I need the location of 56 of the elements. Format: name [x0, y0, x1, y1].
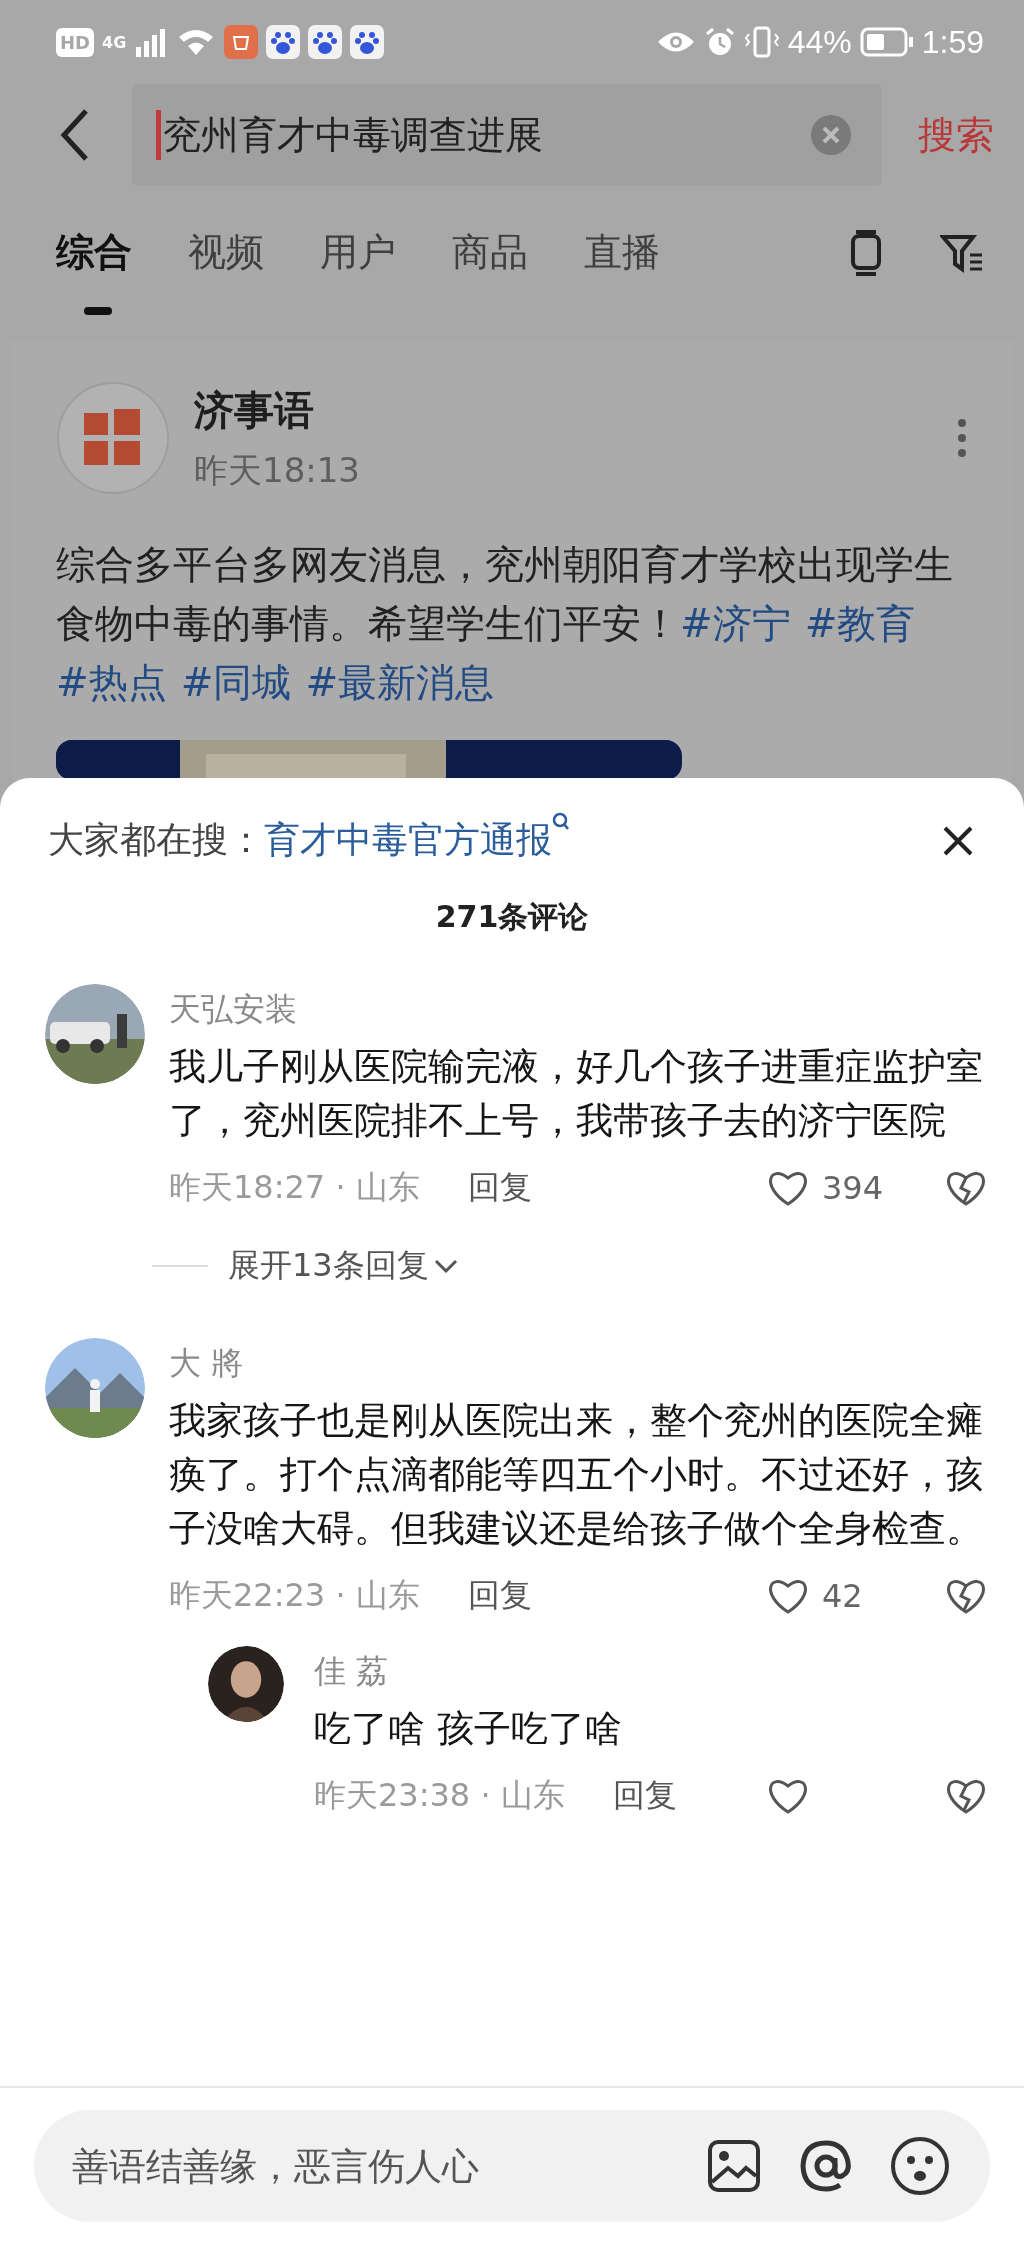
logo-icon [56, 381, 170, 495]
reply-button[interactable]: 回复 [612, 1774, 677, 1818]
commenter-name[interactable]: 佳 荔 [314, 1650, 988, 1694]
tab[interactable]: 直播 [584, 227, 660, 279]
filter-icon[interactable] [940, 232, 984, 273]
comment-time: 昨天23:38 · 山东 [314, 1775, 565, 1816]
commenter-name[interactable]: 大 將 [169, 1342, 988, 1386]
comment-text: 我儿子刚从医院输完液，好几个孩子进重症监护室了，兖州医院排不上号，我带孩子去的济宁医院 [169, 1044, 984, 1144]
vibrate-icon [743, 26, 780, 59]
tab[interactable]: 用户 [320, 227, 396, 279]
hashtag-link[interactable]: #教育 [804, 601, 916, 646]
comment-field[interactable]: 善语结善缘，恶言伤人心 [34, 2110, 990, 2222]
reply-button[interactable]: 回复 [467, 1166, 532, 1210]
hashtag-link[interactable]: #同城 [180, 660, 292, 705]
paw-icon [266, 25, 301, 60]
post-time: 昨天18:13 [194, 448, 361, 492]
comment-input[interactable]: 善语结善缘，恶言伤人心 [70, 2143, 670, 2189]
reply-button[interactable]: 回复 [467, 1574, 532, 1618]
image-icon[interactable] [706, 2138, 762, 2194]
expand-replies-button[interactable]: 展开13条回复 [228, 1244, 459, 1288]
hd-icon: HD [56, 27, 94, 57]
close-icon[interactable] [942, 824, 974, 857]
author-name[interactable]: 济事语 [194, 382, 932, 438]
mention-icon[interactable] [798, 2138, 854, 2194]
hashtag-link[interactable]: #最新消息 [305, 660, 495, 705]
tab[interactable]: 综合 [56, 227, 132, 279]
comment-count: 271条评论 [434, 898, 590, 936]
search-icon [552, 812, 570, 832]
tab[interactable]: 商品 [452, 227, 528, 279]
like-count: 394 [822, 1169, 885, 1207]
paw-icon [350, 25, 385, 60]
hashtag-link[interactable]: #热点 [56, 660, 167, 705]
tab[interactable]: 视频 [188, 227, 264, 279]
network-label: 4G [102, 32, 127, 52]
search-button[interactable]: 搜索 [918, 109, 994, 161]
search-field[interactable]: 兖州育才中毒调查进展 [132, 84, 882, 187]
tab-indicator [84, 306, 112, 315]
hashtag-link[interactable]: #济宁 [680, 601, 791, 646]
comment-time: 昨天22:23 · 山东 [169, 1575, 420, 1616]
comment-text: 我家孩子也是刚从医院出来，整个兖州的医院全瘫痪了。打个点滴都能等四五个小时。不过还好，孩子没啥大碍。但我建议还是给孩子做个全身检查。 [169, 1398, 984, 1552]
chevron-down-icon [432, 1257, 459, 1275]
tablet-icon[interactable] [848, 229, 884, 276]
like-count: 42 [822, 1577, 864, 1615]
app-icon [224, 25, 259, 60]
battery-icon [859, 27, 914, 58]
more-icon[interactable] [956, 418, 968, 458]
hot-search-label: 大家都在搜： [48, 818, 264, 862]
commenter-name[interactable]: 天弘安装 [169, 988, 988, 1032]
comment-time: 昨天18:27 · 山东 [169, 1167, 420, 1208]
clock: 1:59 [921, 23, 984, 61]
paw-icon [308, 25, 343, 60]
emoji-icon[interactable] [890, 2136, 950, 2196]
comment-text: 吃了啥 孩子吃了啥 [314, 1706, 623, 1752]
post-text: 综合多平台多网友消息，兖州朝阳育才学校出现学生食物中毒的事情。希望学生们平安！#济宁 #教育 #热点 #同城 #最新消息 [56, 541, 954, 707]
hot-search-link[interactable]: 育才中毒官方通报 [264, 816, 552, 865]
battery-percent: 44% [787, 23, 852, 61]
